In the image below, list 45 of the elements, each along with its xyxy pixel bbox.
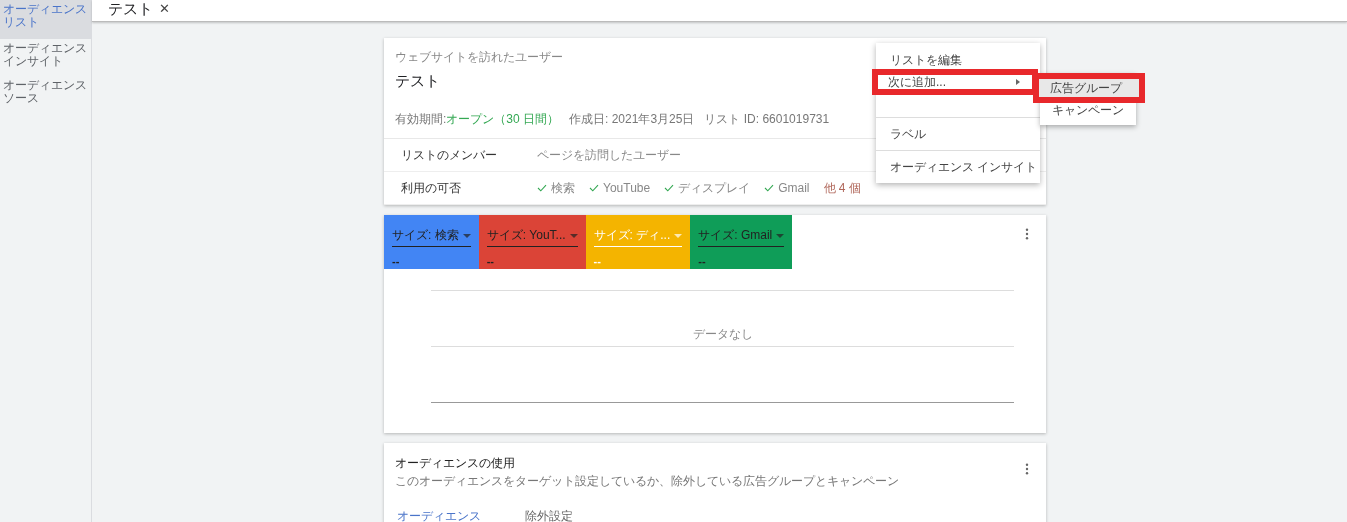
more-menu-icon[interactable] (1025, 228, 1029, 240)
size-dropdown[interactable]: サイズ: Gmail (698, 227, 785, 247)
dropdown-caret-icon (776, 233, 785, 238)
list-title: テスト (395, 72, 440, 91)
duration-label: 有効期間: (395, 111, 447, 128)
menu-item[interactable]: オーディエンス インサイト (876, 153, 1040, 181)
more-menu-icon[interactable] (1025, 463, 1029, 475)
tab[interactable]: 除外設定 (494, 508, 604, 522)
network-name: 検索 (551, 179, 575, 197)
menu-item[interactable]: キャンペーン (1040, 100, 1136, 120)
sidebar-item[interactable]: オーディエンスソース (0, 76, 91, 113)
menu-item[interactable]: ラベル (876, 120, 1040, 148)
row-value: ページを訪問したユーザー (537, 146, 681, 164)
dropdown-caret-icon (674, 233, 683, 238)
size-dropdown[interactable]: サイズ: YouT... (486, 227, 578, 247)
tab[interactable]: オーディエンス (384, 508, 494, 522)
network-name: YouTube (603, 181, 651, 195)
duration-value: オープン（30 日間） (446, 111, 560, 128)
size-value: -- (698, 255, 707, 267)
row-label: リストのメンバー (401, 146, 498, 164)
size-tile[interactable]: サイズ: 検索 -- (384, 215, 479, 269)
row-label: 利用の可否 (401, 179, 462, 197)
no-data-message: データなし (692, 327, 753, 341)
network-name: Gmail (778, 181, 810, 195)
size-dropdown[interactable]: サイズ: 検索 (392, 227, 471, 247)
more-networks[interactable]: 他 4 個 (823, 179, 861, 197)
list-id: リスト ID: 6601019731 (704, 111, 830, 128)
size-tile[interactable]: サイズ: YouT... -- (478, 215, 586, 269)
sidebar-item[interactable]: オーディエンスリスト (0, 0, 91, 39)
page-title: テスト (108, 0, 153, 18)
size-value: -- (486, 255, 495, 267)
close-icon[interactable]: ✕ (159, 0, 170, 18)
menu-item[interactable]: 次に追加... (874, 71, 1036, 93)
size-value: -- (392, 255, 401, 267)
network-name: ディスプレイ (678, 179, 751, 197)
card-subtitle: このオーディエンスをターゲット設定しているか、除外している広告グループとキャンペーン (395, 473, 899, 490)
created-date: 作成日: 2021年3月25日 (569, 111, 695, 128)
size-value: -- (593, 255, 602, 267)
sidebar-item[interactable]: オーディエンスインサイト (0, 39, 91, 76)
dropdown-caret-icon (462, 233, 471, 238)
size-tile[interactable]: サイズ: Gmail -- (690, 215, 793, 269)
list-category: ウェブサイトを訪れたユーザー (395, 49, 563, 66)
dropdown-caret-icon (569, 233, 578, 238)
card-title: オーディエンスの使用 (395, 455, 516, 472)
menu-item[interactable]: リストを編集 (876, 49, 1040, 71)
